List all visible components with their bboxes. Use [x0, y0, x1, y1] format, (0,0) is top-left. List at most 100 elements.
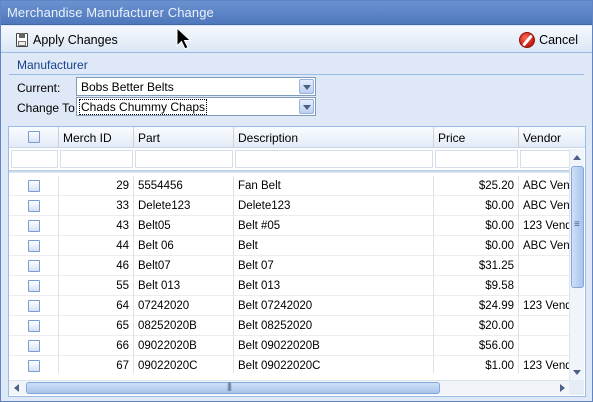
cell-vendor: [519, 276, 571, 296]
cell-select: [9, 256, 59, 276]
row-checkbox[interactable]: [28, 360, 40, 372]
column-header-vendor[interactable]: Vendor: [519, 127, 585, 148]
filter-row: [9, 148, 571, 170]
table-row[interactable]: 43Belt05Belt #05$0.00123 Vendor: [9, 216, 571, 236]
cancel-button[interactable]: Cancel: [519, 30, 578, 50]
cancel-icon: [519, 32, 536, 48]
row-checkbox[interactable]: [28, 260, 40, 272]
chevron-down-icon[interactable]: [299, 99, 314, 114]
merchandise-grid: Merch ID Part Description Price Vendor 2…: [8, 126, 586, 397]
chevron-down-icon[interactable]: [299, 79, 314, 94]
cell-merch-id: 67: [59, 356, 134, 373]
row-checkbox[interactable]: [28, 280, 40, 292]
cell-price: $24.99: [434, 296, 519, 316]
select-all-header[interactable]: [9, 127, 59, 148]
filter-description[interactable]: [235, 150, 433, 168]
select-all-checkbox[interactable]: [28, 131, 40, 143]
title-bar[interactable]: Merchandise Manufacturer Change: [1, 1, 592, 25]
row-checkbox[interactable]: [28, 340, 40, 352]
table-row[interactable]: 6709022020CBelt 09022020C$1.00123 Vendor: [9, 356, 571, 373]
cell-merch-id: 66: [59, 336, 134, 356]
table-row[interactable]: 6407242020Belt 07242020$24.99123 Vendor: [9, 296, 571, 316]
cell-select: [9, 236, 59, 256]
cell-part: Belt07: [134, 256, 234, 276]
apply-changes-label: Apply Changes: [33, 33, 118, 47]
column-header-merch-id[interactable]: Merch ID: [59, 127, 134, 148]
cell-price: $56.00: [434, 336, 519, 356]
cell-price: $25.20: [434, 176, 519, 196]
cell-vendor: 123 Vendor: [519, 296, 571, 316]
cell-price: $0.00: [434, 196, 519, 216]
scroll-left-icon[interactable]: [11, 382, 24, 395]
grid-header: Merch ID Part Description Price Vendor: [9, 127, 585, 148]
current-manufacturer-combo[interactable]: Bobs Better Belts: [76, 77, 316, 96]
change-to-manufacturer-combo[interactable]: Chads Chummy Chaps: [76, 97, 316, 116]
scroll-up-icon[interactable]: [571, 151, 584, 164]
vertical-scrollbar[interactable]: [569, 149, 584, 381]
current-manufacturer-value: Bobs Better Belts: [81, 80, 174, 94]
mouse-pointer-icon: [176, 27, 192, 50]
table-row[interactable]: 55 Belt 013 Belt 013 $9.58: [9, 276, 571, 296]
cell-price: $0.00: [434, 236, 519, 256]
filter-select[interactable]: [11, 150, 58, 168]
filter-merch-id[interactable]: [60, 150, 133, 168]
row-checkbox[interactable]: [28, 320, 40, 332]
scroll-down-icon[interactable]: [571, 366, 584, 379]
filter-part[interactable]: [135, 150, 233, 168]
cell-price: $9.58: [434, 276, 519, 296]
cell-description: Belt 09022020C: [234, 356, 434, 373]
cell-price: $1.00: [434, 356, 519, 373]
cell-vendor: 123 Vendor: [519, 356, 571, 373]
apply-changes-button[interactable]: Apply Changes: [15, 30, 118, 50]
table-row[interactable]: 295554456Fan Belt$25.20ABC Vendor: [9, 176, 571, 196]
cell-description: Belt 09022020B: [234, 336, 434, 356]
cell-vendor: 123 Vendor: [519, 216, 571, 236]
cell-description: Belt: [234, 236, 434, 256]
table-row[interactable]: 46 Belt07 Belt 07 $31.25: [9, 256, 571, 276]
current-label: Current:: [17, 81, 61, 95]
cell-description: Fan Belt: [234, 176, 434, 196]
cell-part: 07242020: [134, 296, 234, 316]
cell-description: Delete123: [234, 196, 434, 216]
cell-description: Belt #05: [234, 216, 434, 236]
scroll-right-icon[interactable]: [556, 382, 569, 395]
cell-select: [9, 336, 59, 356]
window-title: Merchandise Manufacturer Change: [7, 5, 214, 20]
scrollbar-corner: [569, 380, 584, 395]
column-header-description[interactable]: Description: [234, 127, 434, 148]
row-checkbox[interactable]: [28, 200, 40, 212]
cell-vendor: [519, 336, 571, 356]
table-row[interactable]: 33Delete123Delete123$0.00ABC Vendor: [9, 196, 571, 216]
vertical-scroll-thumb[interactable]: [571, 166, 584, 288]
cell-description: Belt 07242020: [234, 296, 434, 316]
cell-merch-id: 65: [59, 316, 134, 336]
cell-merch-id: 55: [59, 276, 134, 296]
row-checkbox[interactable]: [28, 240, 40, 252]
row-checkbox[interactable]: [28, 220, 40, 232]
cell-part: Belt 06: [134, 236, 234, 256]
column-header-price[interactable]: Price: [434, 127, 519, 148]
cell-part: 08252020B: [134, 316, 234, 336]
horizontal-scrollbar[interactable]: [9, 380, 571, 395]
row-checkbox[interactable]: [28, 180, 40, 192]
horizontal-scroll-thumb[interactable]: [26, 381, 440, 394]
cell-merch-id: 33: [59, 196, 134, 216]
cell-part: Belt 013: [134, 276, 234, 296]
table-row[interactable]: 65 08252020B Belt 08252020 $20.00: [9, 316, 571, 336]
table-row[interactable]: 44Belt 06Belt$0.00ABC Vendor: [9, 236, 571, 256]
manufacturer-section-label: Manufacturer: [17, 58, 88, 72]
column-header-part[interactable]: Part: [134, 127, 234, 148]
merch-manufacturer-change-window: Merchandise Manufacturer Change Apply Ch…: [0, 0, 593, 402]
row-checkbox[interactable]: [28, 300, 40, 312]
save-icon: [15, 32, 29, 48]
filter-price[interactable]: [435, 150, 518, 168]
cell-select: [9, 276, 59, 296]
cell-select: [9, 356, 59, 373]
table-row[interactable]: 66 09022020B Belt 09022020B $56.00: [9, 336, 571, 356]
cell-select: [9, 176, 59, 196]
cell-merch-id: 29: [59, 176, 134, 196]
cell-merch-id: 64: [59, 296, 134, 316]
filter-vendor[interactable]: [520, 150, 570, 168]
change-to-label: Change To:: [17, 101, 79, 115]
cell-vendor: ABC Vendor: [519, 196, 571, 216]
